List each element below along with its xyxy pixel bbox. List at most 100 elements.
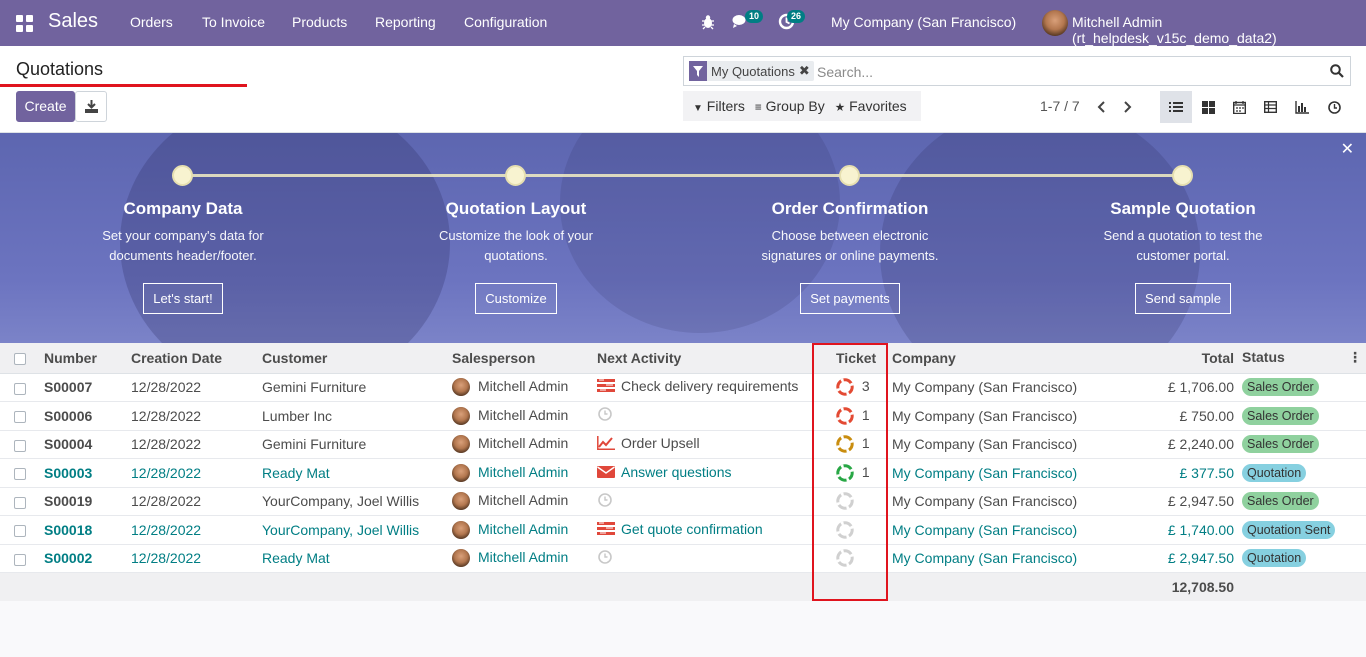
apps-menu-icon[interactable] (16, 15, 33, 32)
pager-next-button[interactable] (1112, 91, 1144, 123)
clock-icon[interactable] (597, 549, 615, 568)
company-switcher[interactable]: My Company (San Francisco) (831, 14, 1016, 30)
graph-view-button[interactable] (1286, 91, 1318, 123)
step-title: Order Confirmation (771, 199, 929, 218)
row-checkbox[interactable] (14, 525, 26, 538)
onboarding-banner: Company Data Set your company's data for… (0, 133, 1366, 343)
next-activity-cell[interactable]: Order Upsell (593, 430, 812, 459)
pivot-view-button[interactable] (1254, 91, 1286, 123)
close-banner-icon[interactable]: ✕ (1341, 139, 1354, 159)
highlight-underline (0, 84, 247, 87)
col-ticket[interactable]: Ticket (812, 343, 888, 374)
col-status[interactable]: Status ⋮ (1238, 343, 1366, 374)
search-icon[interactable] (1330, 64, 1344, 78)
clock-icon[interactable] (597, 492, 615, 511)
next-activity-cell[interactable] (593, 401, 812, 431)
table-row[interactable]: S00004 12/28/2022 Gemini Furniture Mitchell… (0, 430, 1366, 459)
next-activity-cell[interactable] (593, 544, 812, 573)
tasks-icon[interactable] (597, 521, 615, 539)
step-quotation-layout: Quotation Layout Customize the look of y… (366, 199, 666, 314)
col-number[interactable]: Number (40, 343, 127, 374)
ticket-cell[interactable]: 3 (812, 373, 888, 402)
activity-summary: Order Upsell (621, 435, 700, 452)
menu-reporting[interactable]: Reporting (375, 14, 436, 30)
lifebuoy-icon[interactable] (836, 407, 854, 425)
next-activity-cell[interactable]: Get quote confirmation (593, 515, 812, 545)
tasks-icon[interactable] (597, 379, 615, 396)
menu-products[interactable]: Products (292, 14, 347, 30)
table-row[interactable]: S00019 12/28/2022 YourCompany, Joel Willis… (0, 487, 1366, 516)
ticket-cell[interactable]: 1 (812, 458, 888, 488)
lifebuoy-icon[interactable] (836, 378, 854, 397)
groupby-toggle[interactable]: ≡ Group By (755, 98, 825, 114)
search-bar[interactable]: My Quotations ✖ Search... (683, 56, 1351, 86)
clock-icon[interactable] (597, 406, 615, 425)
salesperson-avatar (452, 406, 470, 425)
step-company-data: Company Data Set your company's data for… (33, 199, 333, 314)
next-activity-cell[interactable]: Answer questions (593, 458, 812, 488)
lifebuoy-icon[interactable] (836, 464, 854, 482)
col-creation-date[interactable]: Creation Date (127, 343, 258, 374)
row-checkbox[interactable] (14, 553, 26, 566)
table-row[interactable]: S00006 12/28/2022 Lumber Inc Mitchell Admin… (0, 401, 1366, 431)
facet-remove-icon[interactable]: ✖ (799, 63, 814, 79)
create-button[interactable]: Create (16, 91, 75, 122)
ticket-cell[interactable] (812, 515, 888, 545)
menu-configuration[interactable]: Configuration (464, 14, 547, 30)
status-badge: Sales Order (1242, 406, 1319, 425)
envelope-icon[interactable] (597, 465, 615, 482)
kanban-view-button[interactable] (1192, 91, 1224, 123)
row-checkbox[interactable] (14, 468, 26, 481)
favorites-toggle[interactable]: ★ Favorites (835, 98, 907, 114)
next-activity-cell[interactable] (593, 487, 812, 516)
salesperson-avatar (452, 549, 470, 568)
table-footer-row: 12,708.50 (0, 572, 1366, 601)
lifebuoy-icon[interactable] (836, 521, 854, 539)
col-next-activity[interactable]: Next Activity (593, 343, 812, 374)
col-company[interactable]: Company (888, 343, 1110, 374)
table-row[interactable]: S00018 12/28/2022 YourCompany, Joel Willis… (0, 515, 1366, 545)
search-input[interactable]: Search... (817, 64, 873, 80)
col-salesperson[interactable]: Salesperson (448, 343, 593, 374)
progress-track (183, 174, 1183, 177)
customize-button[interactable]: Customize (475, 283, 557, 314)
ticket-cell[interactable]: 1 (812, 401, 888, 431)
export-button[interactable] (75, 91, 107, 122)
set-payments-button[interactable]: Set payments (800, 283, 900, 314)
lifebuoy-icon[interactable] (836, 492, 854, 511)
pager-value[interactable]: 1-7 / 7 (1040, 98, 1080, 114)
calendar-view-button[interactable] (1223, 91, 1255, 123)
send-sample-button[interactable]: Send sample (1135, 283, 1231, 314)
ticket-cell[interactable] (812, 487, 888, 516)
menu-orders[interactable]: Orders (130, 14, 173, 30)
optional-columns-icon[interactable]: ⋮ (1348, 349, 1362, 366)
row-checkbox[interactable] (14, 411, 26, 424)
user-avatar[interactable] (1042, 10, 1068, 36)
row-checkbox[interactable] (14, 496, 26, 509)
user-menu[interactable]: Mitchell Admin (rt_helpdesk_v15c_demo_da… (1072, 14, 1366, 46)
app-name[interactable]: Sales (48, 10, 98, 33)
step-description: Send a quotation to test the customer po… (1103, 228, 1263, 263)
page-title: Quotations (16, 59, 104, 79)
chart-icon[interactable] (597, 436, 615, 453)
col-customer[interactable]: Customer (258, 343, 448, 374)
menu-to-invoice[interactable]: To Invoice (202, 14, 265, 30)
table-row[interactable]: S00003 12/28/2022 Ready Mat Mitchell Admin A… (0, 458, 1366, 488)
list-view-button[interactable] (1160, 91, 1192, 123)
debug-bug-icon[interactable] (701, 14, 715, 33)
table-row[interactable]: S00007 12/28/2022 Gemini Furniture Mitchell… (0, 373, 1366, 402)
table-row[interactable]: S00002 12/28/2022 Ready Mat Mitchell Admin … (0, 544, 1366, 573)
next-activity-cell[interactable]: Check delivery requirements (593, 373, 812, 402)
row-checkbox[interactable] (14, 382, 26, 395)
ticket-cell[interactable]: 1 (812, 430, 888, 459)
row-checkbox[interactable] (14, 439, 26, 452)
lifebuoy-icon[interactable] (836, 549, 854, 568)
activity-view-button[interactable] (1318, 91, 1350, 123)
filters-toggle[interactable]: ▼ Filters (693, 98, 745, 114)
select-all-checkbox[interactable] (14, 353, 26, 366)
lifebuoy-icon[interactable] (836, 435, 854, 454)
col-total[interactable]: Total (1110, 343, 1238, 374)
ticket-cell[interactable] (812, 544, 888, 573)
lets-start-button[interactable]: Let's start! (143, 283, 223, 314)
order-number: S00004 (40, 430, 127, 459)
